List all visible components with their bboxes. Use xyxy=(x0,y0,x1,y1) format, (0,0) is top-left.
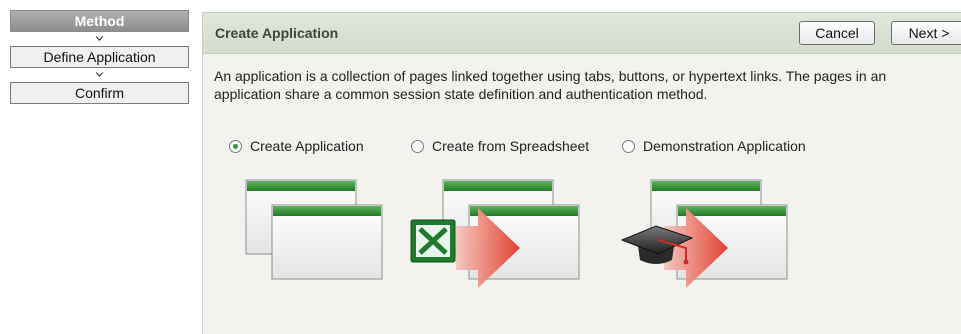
next-button[interactable]: Next > xyxy=(891,21,961,45)
step-define-application: Define Application xyxy=(10,46,189,68)
application-pages-icon[interactable] xyxy=(243,178,383,286)
option-label: Demonstration Application xyxy=(643,138,806,154)
step-chevron-icon xyxy=(10,32,189,46)
panel-header: Create Application Cancel Next > xyxy=(203,13,961,54)
panel-description: An application is a collection of pages … xyxy=(214,68,887,102)
radio-demonstration-application[interactable] xyxy=(622,139,635,153)
step-chevron-icon xyxy=(10,68,189,82)
step-confirm: Confirm xyxy=(10,82,189,104)
step-method: Method xyxy=(10,10,189,32)
radio-create-from-spreadsheet[interactable] xyxy=(411,139,424,153)
option-demonstration-application[interactable]: Demonstration Application xyxy=(622,137,806,155)
option-create-application[interactable]: Create Application xyxy=(229,137,364,155)
spreadsheet-import-icon[interactable] xyxy=(408,178,588,291)
wizard-steps: Method Define Application Confirm xyxy=(10,10,189,104)
cancel-button[interactable]: Cancel xyxy=(799,21,875,45)
option-create-from-spreadsheet[interactable]: Create from Spreadsheet xyxy=(411,137,589,155)
panel-title: Create Application xyxy=(215,25,339,41)
option-label: Create Application xyxy=(250,138,364,154)
create-application-panel: Create Application Cancel Next > An appl… xyxy=(202,12,961,334)
demonstration-app-icon[interactable] xyxy=(618,178,798,291)
radio-create-application[interactable] xyxy=(229,139,242,153)
option-label: Create from Spreadsheet xyxy=(432,138,590,154)
